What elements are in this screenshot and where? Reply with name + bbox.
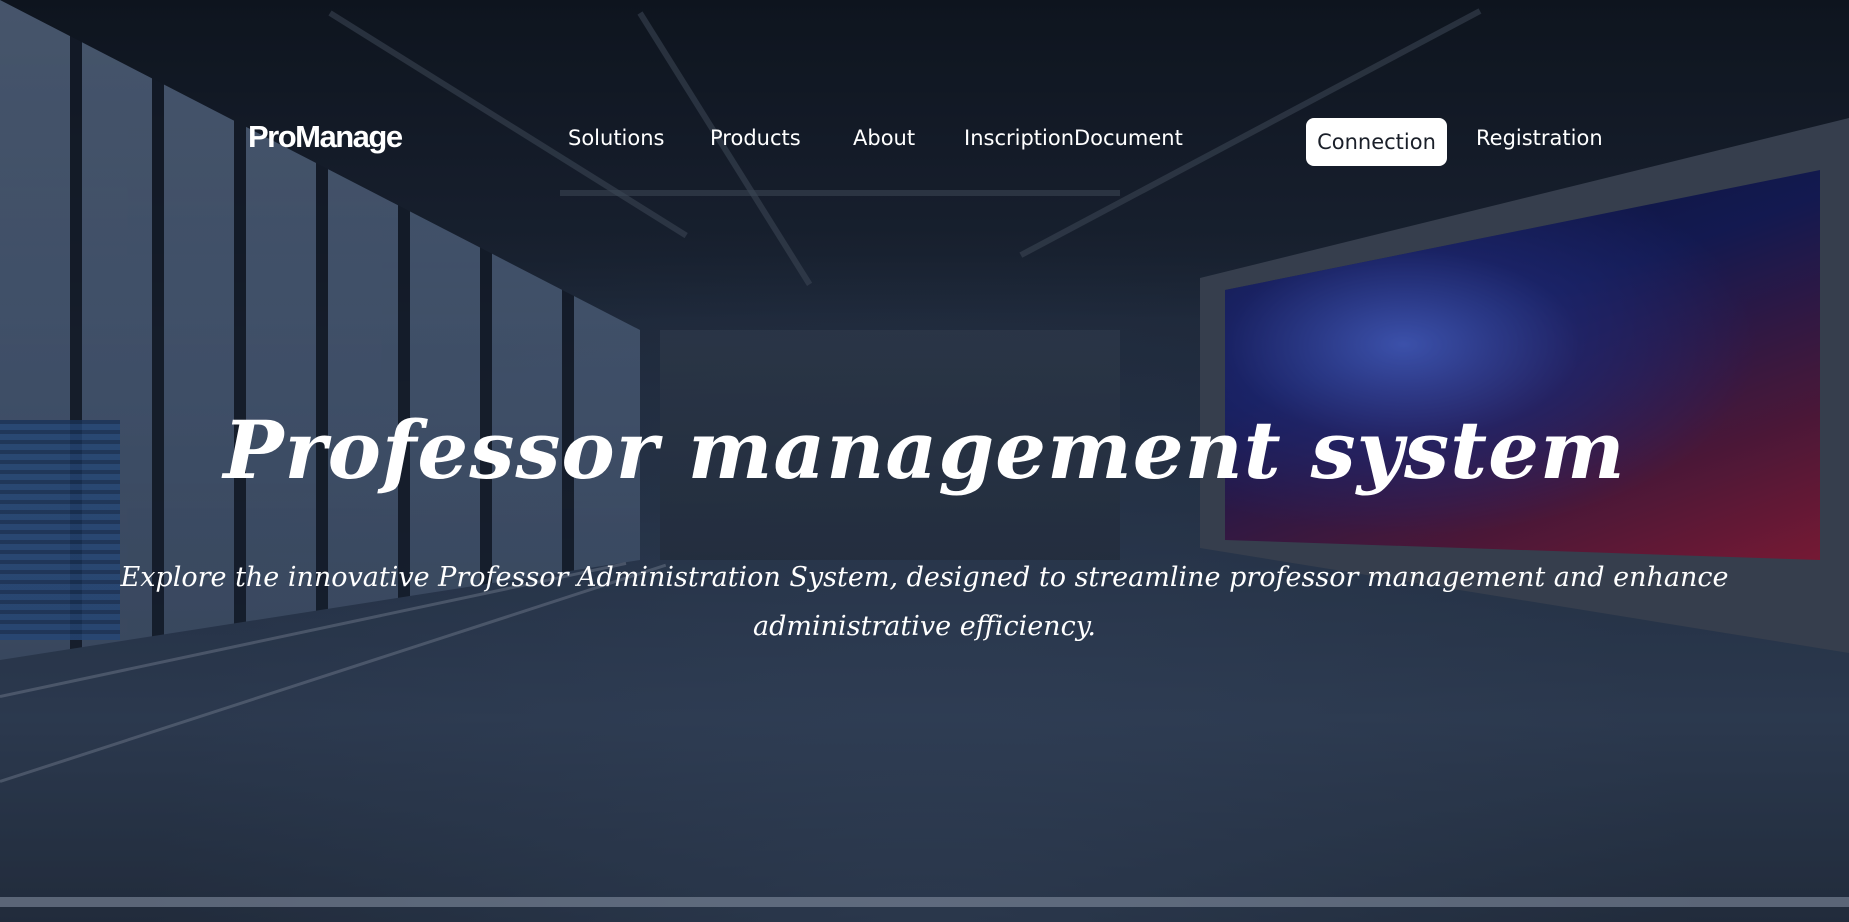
hero-title: Professor management system [223, 403, 1626, 497]
nav-link-inscription-document[interactable]: InscriptionDocument [964, 128, 1183, 149]
registration-link[interactable]: Registration [1476, 128, 1603, 149]
bottom-edge-strip [0, 897, 1849, 907]
top-navigation: ProManage Solutions Products About Inscr… [0, 0, 1849, 200]
connection-button[interactable]: Connection [1306, 118, 1447, 166]
nav-link-solutions[interactable]: Solutions [568, 128, 665, 149]
nav-link-about[interactable]: About [853, 128, 915, 149]
hero-section: ProManage Solutions Products About Inscr… [0, 0, 1849, 922]
hero-subtitle: Explore the innovative Professor Adminis… [120, 562, 1729, 642]
brand-logo[interactable]: ProManage [248, 121, 403, 152]
nav-link-products[interactable]: Products [710, 128, 801, 149]
